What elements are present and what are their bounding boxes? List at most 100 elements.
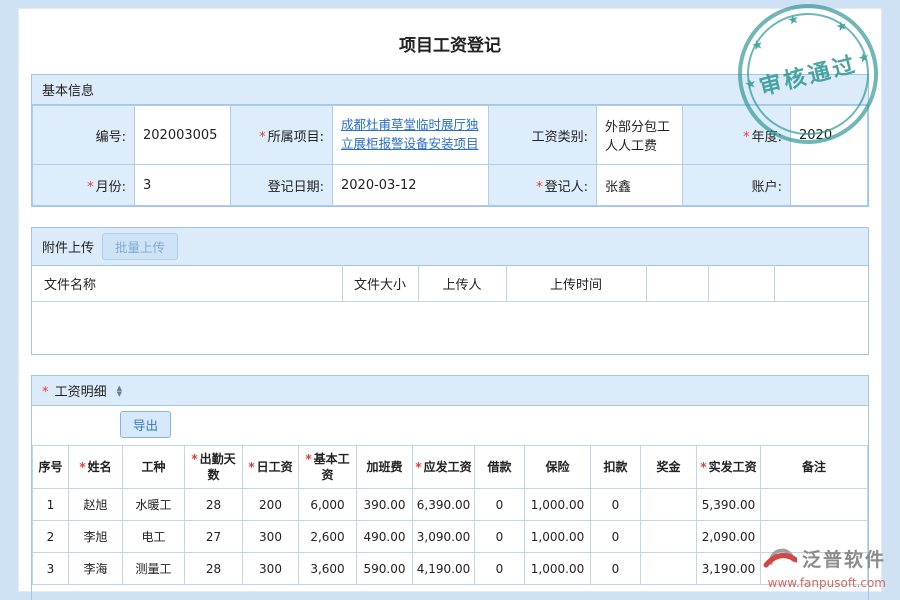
salary-cell: 390.00 [357,489,413,521]
vendor-logo-icon [763,541,797,575]
field-value-reg-date: 2020-03-12 [333,165,489,206]
salary-cell: 300 [243,553,299,585]
field-label-account: 账户: [683,165,791,206]
salary-col-header: 加班费 [357,446,413,489]
salary-col-header: 扣款 [591,446,641,489]
salary-cell: 6,000 [299,489,357,521]
salary-col-header: 备注 [761,446,868,489]
salary-cell: 27 [185,521,243,553]
salary-detail-section: * 工资明细 ▲▼ 导出 序号*姓名工种*出勤天数*日工资*基本工资加班费*应发… [31,375,869,600]
field-label-registrant: *登记人: [489,165,597,206]
field-label-reg-date: 登记日期: [231,165,333,206]
salary-cell: 28 [185,553,243,585]
salary-cell: 水暖工 [123,489,185,521]
vendor-url: www.fanpusoft.com [763,576,886,590]
salary-col-header: 工种 [123,446,185,489]
salary-cell: 2,090.00 [697,521,761,553]
field-label-wage-type: 工资类别: [489,106,597,165]
salary-cell: 2 [33,521,69,553]
salary-col-header: 借款 [475,446,525,489]
field-value-year: 2020 [791,106,868,165]
required-mark: * [79,460,85,474]
salary-cell [641,489,697,521]
salary-col-header: *基本工资 [299,446,357,489]
salary-toolbar: 导出 [32,406,868,445]
salary-cell: 5,390.00 [697,489,761,521]
field-value-registrant: 张鑫 [597,165,683,206]
salary-cell: 测量工 [123,553,185,585]
attachments-col-header [646,266,708,302]
attachments-table: 文件名称文件大小上传人上传时间 [32,266,868,302]
required-mark: * [415,460,421,474]
salary-col-header: *出勤天数 [185,446,243,489]
field-value-month: 3 [135,165,231,206]
required-mark: * [259,130,266,145]
attachments-col-header: 上传人 [418,266,506,302]
salary-cell: 3,600 [299,553,357,585]
attachments-col-header [708,266,774,302]
salary-col-header: *应发工资 [413,446,475,489]
salary-cell: 0 [475,553,525,585]
page-card: 项目工资登记 基本信息 编号: 202003005 *所属项目: 成都杜甫草堂临… [18,8,882,592]
field-label-month: *月份: [33,165,135,206]
vendor-brand: 泛普软件 [802,545,886,572]
field-value-account [791,165,868,206]
salary-cell: 李海 [69,553,123,585]
field-value-wage-type: 外部分包工人人工费 [597,106,683,165]
salary-cell [761,489,868,521]
project-link[interactable]: 成都杜甫草堂临时展厅独立展柜报警设备安装项目 [341,117,479,151]
salary-cell: 3,190.00 [697,553,761,585]
basic-info-grid: 编号: 202003005 *所属项目: 成都杜甫草堂临时展厅独立展柜报警设备安… [32,105,868,206]
salary-cell: 6,390.00 [413,489,475,521]
salary-row[interactable]: 1赵旭水暖工282006,000390.006,390.0001,000.000… [33,489,868,521]
attachments-col-header: 上传时间 [506,266,646,302]
salary-col-header: *姓名 [69,446,123,489]
salary-cell [641,521,697,553]
batch-upload-button[interactable]: 批量上传 [102,233,178,260]
salary-cell: 李旭 [69,521,123,553]
field-label-year: *年度: [683,106,791,165]
salary-cell: 4,190.00 [413,553,475,585]
sort-icon[interactable]: ▲▼ [117,385,122,397]
salary-row[interactable]: 3李海测量工283003,600590.004,190.0001,000.000… [33,553,868,585]
salary-cell: 0 [591,489,641,521]
salary-cell: 电工 [123,521,185,553]
attachments-empty-area [32,302,868,354]
page-title: 项目工资登记 [19,31,881,56]
basic-info-section-title: 基本信息 [42,80,94,99]
salary-cell: 300 [243,521,299,553]
salary-cell: 200 [243,489,299,521]
salary-cell: 1,000.00 [525,521,591,553]
attachments-col-header [774,266,868,302]
salary-col-header: 奖金 [641,446,697,489]
vendor-watermark: 泛普软件 www.fanpusoft.com [763,541,886,590]
salary-row[interactable]: 2李旭电工273002,600490.003,090.0001,000.0002… [33,521,868,553]
salary-cell: 590.00 [357,553,413,585]
salary-cell: 1,000.00 [525,553,591,585]
required-mark: * [536,180,543,195]
attachments-col-header: 文件大小 [342,266,418,302]
field-label-project: *所属项目: [231,106,333,165]
salary-section-title: * 工资明细 [42,381,107,400]
required-mark: * [305,452,311,466]
salary-col-header: 保险 [525,446,591,489]
salary-cell: 3,090.00 [413,521,475,553]
field-value-number: 202003005 [135,106,231,165]
salary-cell: 0 [591,521,641,553]
attachments-section: 附件上传 批量上传 文件名称文件大小上传人上传时间 [31,227,869,355]
salary-header-row: 序号*姓名工种*出勤天数*日工资*基本工资加班费*应发工资借款保险扣款奖金*实发… [33,446,868,489]
salary-cell: 1,000.00 [525,489,591,521]
salary-table: 序号*姓名工种*出勤天数*日工资*基本工资加班费*应发工资借款保险扣款奖金*实发… [32,445,868,585]
tab-attachment-upload[interactable]: 附件上传 [42,237,94,256]
required-mark: * [700,460,706,474]
salary-cell: 0 [591,553,641,585]
salary-cell: 赵旭 [69,489,123,521]
salary-cell: 28 [185,489,243,521]
required-mark: * [87,180,94,195]
field-label-number: 编号: [33,106,135,165]
salary-cell [641,553,697,585]
export-button[interactable]: 导出 [120,411,171,438]
basic-info-section: 基本信息 编号: 202003005 *所属项目: 成都杜甫草堂临时展厅独立展柜… [31,74,869,207]
salary-cell: 1 [33,489,69,521]
attachments-col-header: 文件名称 [32,266,342,302]
